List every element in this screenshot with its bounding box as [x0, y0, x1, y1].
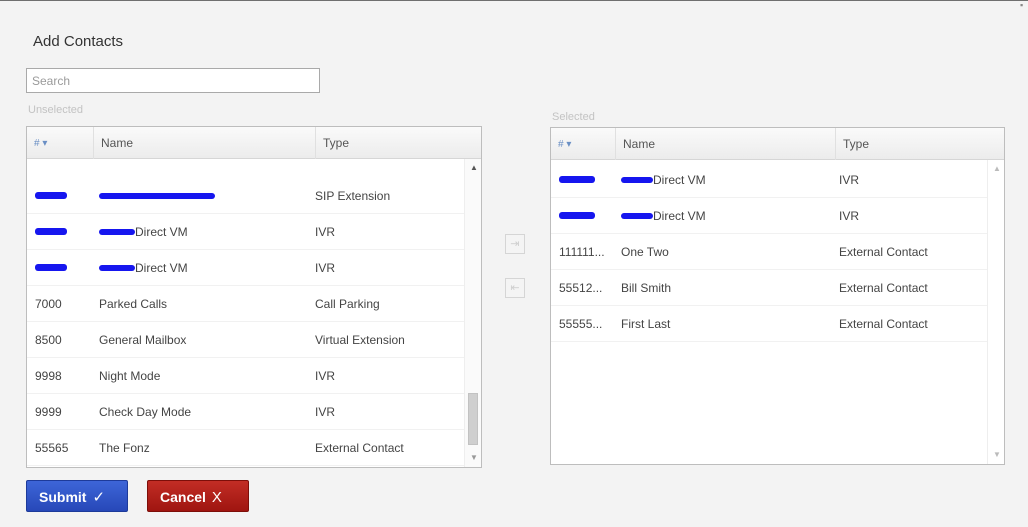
redaction-mark: [559, 212, 595, 220]
row-type: IVR: [839, 173, 860, 187]
column-header-name[interactable]: Name: [93, 127, 315, 159]
redaction-mark: [99, 192, 215, 199]
scroll-thumb[interactable]: [468, 393, 478, 445]
cancel-label: Cancel: [160, 489, 206, 505]
submit-label: Submit: [39, 489, 87, 505]
redaction-mark: [99, 228, 135, 235]
table-row[interactable]: 9999 Check Day Mode IVR: [27, 394, 465, 430]
dialog-title: Add Contacts: [33, 33, 124, 50]
row-name: Direct VM: [621, 198, 831, 234]
selected-grid-header: # ▾ Name Type: [551, 128, 1004, 160]
selected-label: Selected: [552, 111, 595, 123]
table-row[interactable]: SIP Extension: [27, 178, 465, 214]
row-name: Bill Smith: [621, 281, 672, 295]
unselected-label: Unselected: [28, 104, 84, 116]
scroll-down-icon[interactable]: ▼: [470, 453, 478, 462]
row-name: Direct VM: [621, 162, 831, 198]
row-name: Night Mode: [99, 369, 161, 383]
row-type: IVR: [839, 209, 860, 223]
row-number: 7000: [35, 297, 62, 311]
cancel-button[interactable]: Cancel X: [147, 480, 249, 512]
row-number: 55565: [35, 441, 69, 455]
move-left-icon[interactable]: ⇤: [505, 278, 525, 298]
table-row[interactable]: 9998 Night Mode IVR: [27, 358, 465, 394]
redaction-mark: [559, 176, 595, 184]
row-name: The Fonz: [99, 441, 150, 455]
row-name: Check Day Mode: [99, 405, 192, 419]
row-type: External Contact: [315, 441, 404, 455]
table-row[interactable]: Direct VM IVR: [27, 214, 465, 250]
row-type: IVR: [315, 225, 336, 239]
table-row[interactable]: 111111... One Two External Contact: [551, 234, 988, 270]
redaction-mark: [621, 212, 653, 219]
row-type: IVR: [315, 261, 336, 275]
row-name: [99, 178, 309, 214]
table-row[interactable]: Direct VM IVR: [27, 250, 465, 286]
column-header-type[interactable]: Type: [315, 127, 465, 159]
row-number: [35, 250, 93, 286]
row-type: External Contact: [839, 317, 928, 331]
row-number: 9998: [35, 369, 62, 383]
row-name: Parked Calls: [99, 297, 168, 311]
search-input[interactable]: [26, 68, 320, 93]
corner-marker-icon: ▪: [1020, 0, 1024, 10]
redaction-mark: [35, 228, 67, 236]
row-type: Call Parking: [315, 297, 380, 311]
scroll-down-icon[interactable]: ▼: [993, 450, 1001, 459]
row-type: External Contact: [839, 281, 928, 295]
column-header-type[interactable]: Type: [835, 128, 1004, 160]
row-number: 8500: [35, 333, 62, 347]
scroll-up-icon[interactable]: ▲: [470, 163, 478, 172]
row-name: One Two: [621, 245, 669, 259]
table-row[interactable]: 55555... First Last External Contact: [551, 306, 988, 342]
add-contacts-dialog: ▪ Add Contacts Unselected Selected # ▾ N…: [0, 0, 1028, 527]
unselected-grid-header: # ▾ Name Type: [27, 127, 481, 159]
unselected-scrollbar[interactable]: ▲ ▼: [464, 159, 481, 467]
row-name: First Last: [621, 317, 671, 331]
close-icon: X: [211, 489, 222, 506]
row-type: External Contact: [839, 245, 928, 259]
table-row[interactable]: 55565 The Fonz External Contact: [27, 430, 465, 466]
table-row[interactable]: Direct VM IVR: [551, 198, 988, 234]
table-row[interactable]: 8500 General Mailbox Virtual Extension: [27, 322, 465, 358]
submit-button[interactable]: Submit ✓: [26, 480, 128, 512]
checkmark-icon: ✓: [92, 489, 106, 506]
row-number: [559, 162, 615, 198]
unselected-grid: # ▾ Name Type SIP Extension Direct VM IVR D…: [26, 126, 482, 468]
row-type: SIP Extension: [315, 189, 391, 203]
row-type: Virtual Extension: [315, 333, 405, 347]
table-row[interactable]: 7000 Parked Calls Call Parking: [27, 286, 465, 322]
redaction-mark: [35, 192, 67, 200]
row-number: 9999: [35, 405, 62, 419]
row-name: Direct VM: [99, 250, 309, 286]
selected-grid: # ▾ Name Type Direct VM IVR Direct VM IVR 11…: [550, 127, 1005, 465]
row-name-text: Direct VM: [135, 225, 188, 239]
row-number: [35, 178, 93, 214]
row-number: 55555...: [559, 317, 603, 331]
selected-scrollbar[interactable]: ▲ ▼: [987, 160, 1004, 464]
row-number: [35, 214, 93, 250]
redaction-mark: [621, 176, 653, 183]
table-row[interactable]: Direct VM IVR: [551, 162, 988, 198]
row-name-text: Direct VM: [653, 209, 706, 223]
redaction-mark: [99, 264, 135, 271]
row-type: IVR: [315, 369, 336, 383]
scroll-up-icon[interactable]: ▲: [993, 164, 1001, 173]
row-name-text: Direct VM: [135, 261, 188, 275]
row-name-text: Direct VM: [653, 173, 706, 187]
row-number: [559, 198, 615, 234]
column-header-number[interactable]: # ▾: [551, 128, 615, 160]
column-header-name[interactable]: Name: [615, 128, 835, 160]
row-type: IVR: [315, 405, 336, 419]
redaction-mark: [35, 264, 67, 272]
move-right-icon[interactable]: ⇥: [505, 234, 525, 254]
table-row[interactable]: 55512... Bill Smith External Contact: [551, 270, 988, 306]
column-header-number[interactable]: # ▾: [27, 127, 93, 159]
row-number: 111111...: [559, 245, 605, 259]
row-number: 55512...: [559, 281, 603, 295]
row-name: Direct VM: [99, 214, 309, 250]
row-name: General Mailbox: [99, 333, 187, 347]
